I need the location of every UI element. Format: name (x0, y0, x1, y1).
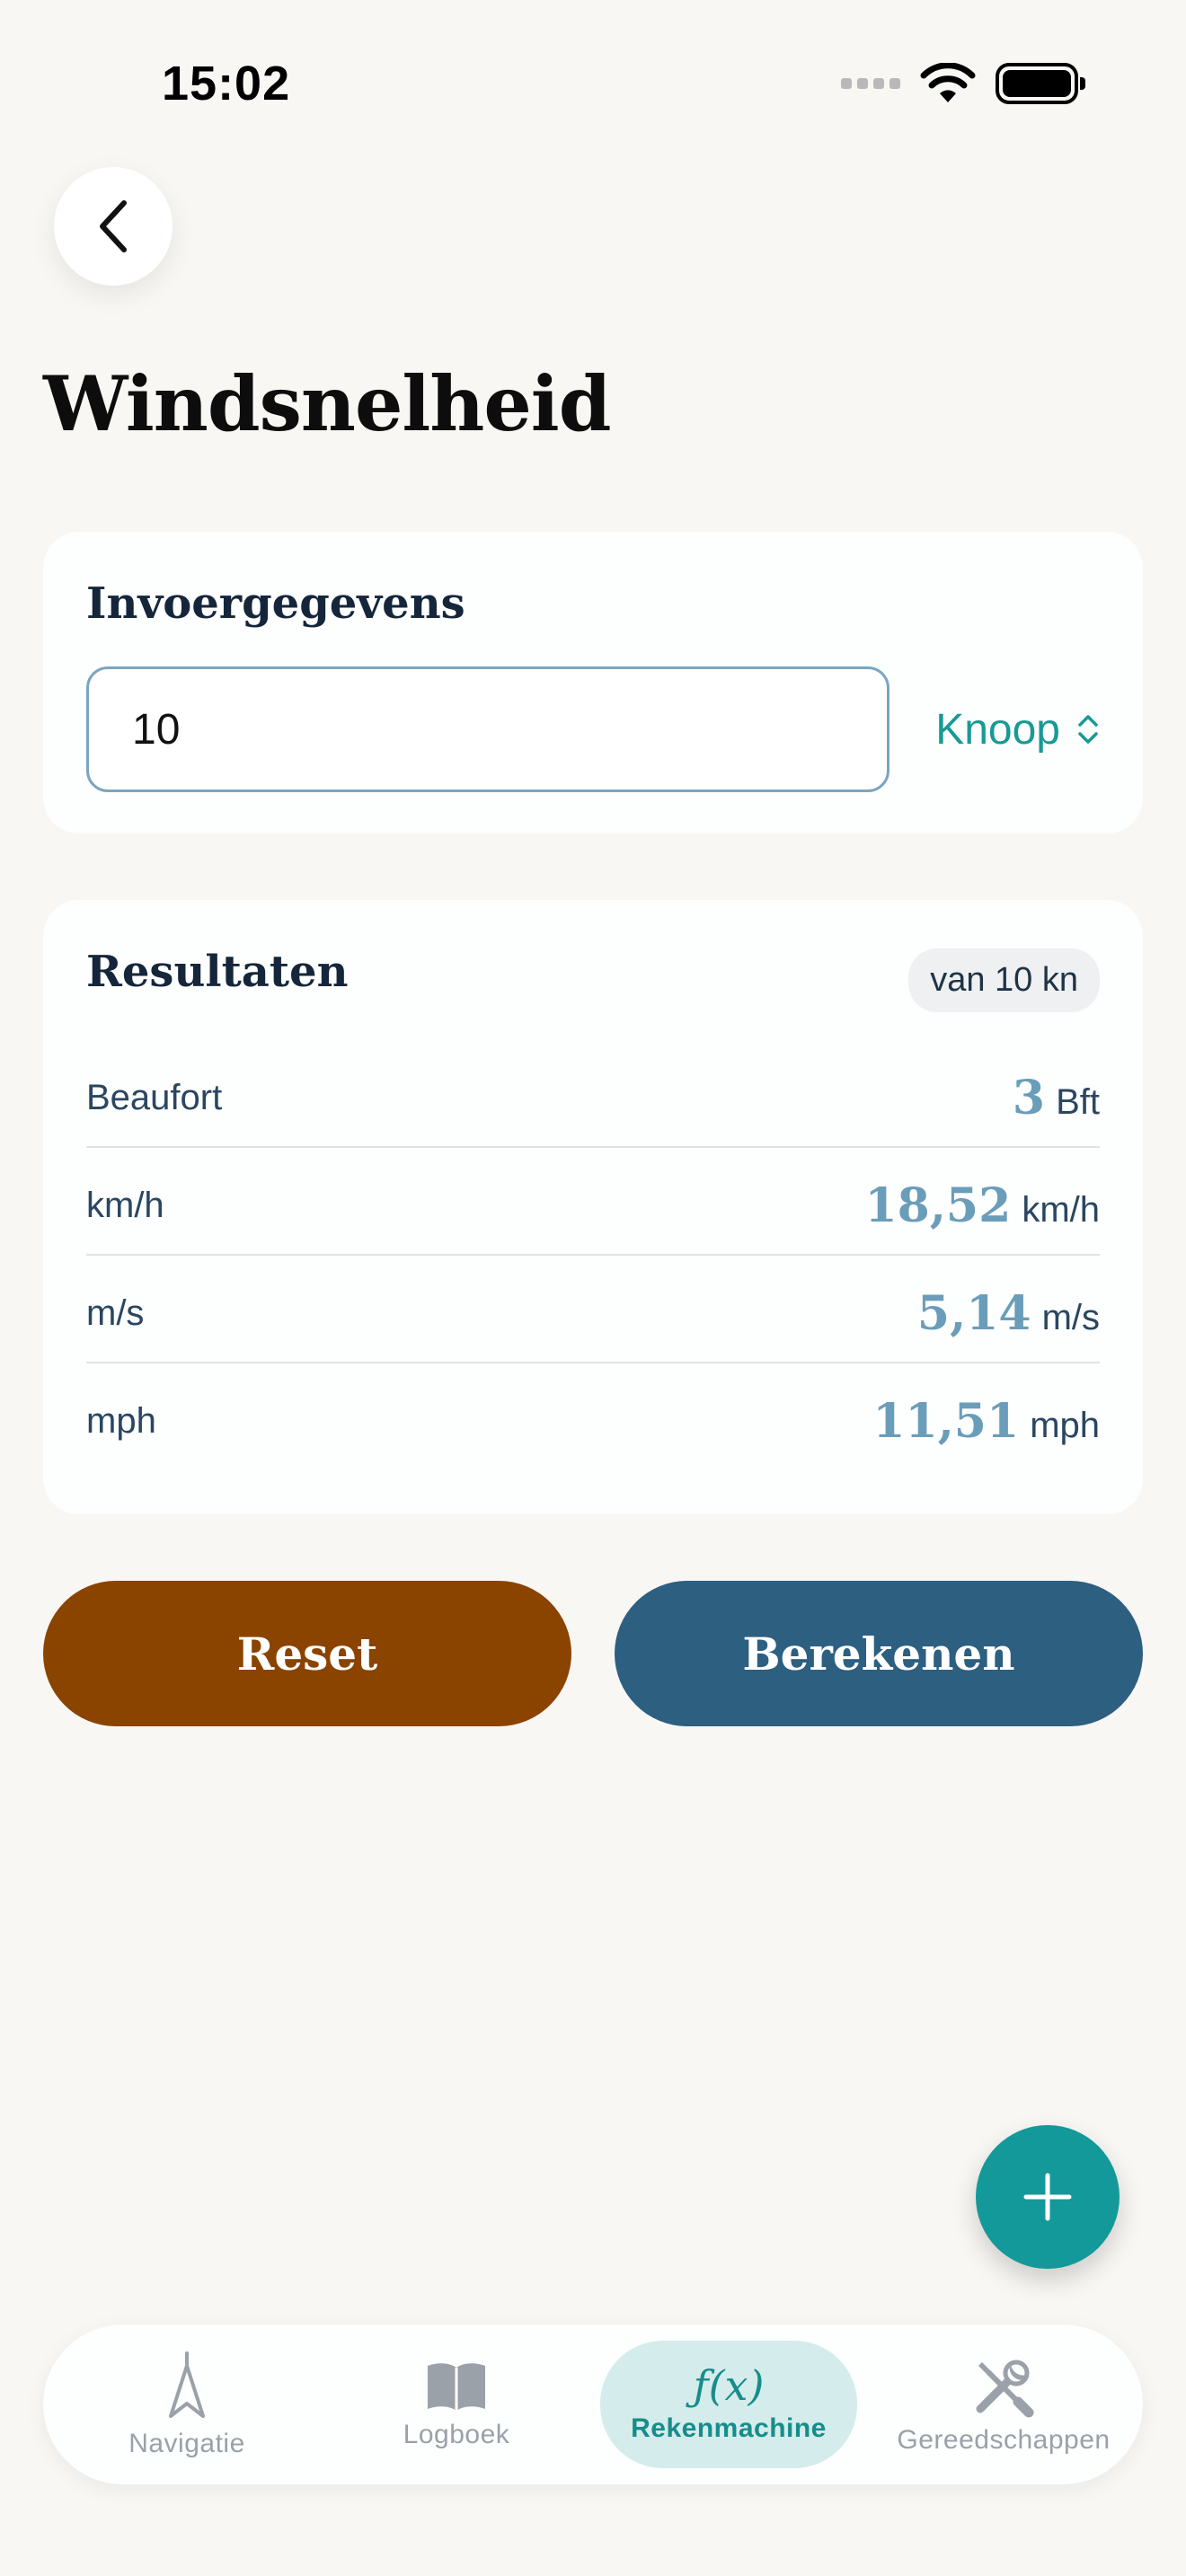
result-row-ms: m/s 5,14 m/s (86, 1259, 1100, 1367)
status-time: 15:02 (162, 57, 291, 110)
result-row-mph: mph 11,51 mph (86, 1367, 1100, 1475)
tab-logboek[interactable]: Logboek (349, 2341, 564, 2468)
result-label: mph (86, 1400, 156, 1441)
results-card: Resultaten van 10 kn Beaufort 3 Bft km/h… (43, 900, 1143, 1514)
tab-label: Logboek (403, 2420, 510, 2449)
tab-label: Gereedschappen (897, 2425, 1111, 2455)
result-label: m/s (86, 1292, 145, 1333)
result-unit: m/s (1041, 1297, 1100, 1337)
plus-icon (1023, 2173, 1072, 2221)
result-row-kmh: km/h 18,52 km/h (86, 1151, 1100, 1259)
screen: 15:02 Windsnelheid Invoergegevens Knoop (0, 0, 1186, 2576)
tab-bar: Navigatie Logboek ƒ(x) Rekenmachine Gere… (43, 2325, 1143, 2484)
divider (86, 1362, 1100, 1363)
back-button[interactable] (54, 167, 173, 286)
page-title: Windsnelheid (43, 359, 611, 448)
tab-label: Rekenmachine (631, 2413, 827, 2443)
unit-selector[interactable]: Knoop (935, 666, 1100, 792)
tab-navigatie[interactable]: Navigatie (79, 2341, 295, 2468)
result-value: 3 (1012, 1070, 1046, 1125)
reset-button[interactable]: Reset (43, 1581, 571, 1726)
navigation-arrow-icon (169, 2351, 205, 2418)
status-icons (841, 63, 1085, 104)
result-label: Beaufort (86, 1077, 223, 1117)
input-card-title: Invoergegevens (86, 578, 465, 629)
wind-speed-input[interactable] (86, 666, 890, 792)
result-label: km/h (86, 1185, 164, 1225)
tab-rekenmachine[interactable]: ƒ(x) Rekenmachine (600, 2341, 857, 2468)
result-unit: Bft (1056, 1081, 1100, 1122)
tab-label: Navigatie (128, 2429, 245, 2458)
divider (86, 1146, 1100, 1148)
tab-gereedschappen[interactable]: Gereedschappen (891, 2341, 1116, 2468)
input-card: Invoergegevens Knoop (43, 532, 1143, 834)
divider (86, 1254, 1100, 1256)
result-row-beaufort: Beaufort 3 Bft (86, 1044, 1100, 1151)
wifi-icon (920, 63, 976, 102)
chevron-left-icon (100, 200, 127, 252)
book-icon (428, 2363, 485, 2411)
chevron-up-down-icon (1078, 715, 1098, 744)
unit-selector-label: Knoop (935, 705, 1060, 754)
calculate-button[interactable]: Berekenen (615, 1581, 1143, 1726)
tools-icon (976, 2360, 1034, 2418)
source-value-badge: van 10 kn (908, 948, 1100, 1012)
add-button[interactable] (976, 2125, 1120, 2269)
cellular-signal-icon (841, 78, 900, 89)
function-icon: ƒ(x) (693, 2361, 765, 2410)
result-value: 11,51 (872, 1393, 1020, 1449)
results-card-title: Resultaten (86, 947, 349, 997)
result-unit: km/h (1022, 1189, 1100, 1230)
result-unit: mph (1030, 1405, 1100, 1445)
result-value: 5,14 (916, 1285, 1031, 1341)
result-value: 18,52 (864, 1178, 1012, 1233)
battery-icon (996, 63, 1085, 104)
